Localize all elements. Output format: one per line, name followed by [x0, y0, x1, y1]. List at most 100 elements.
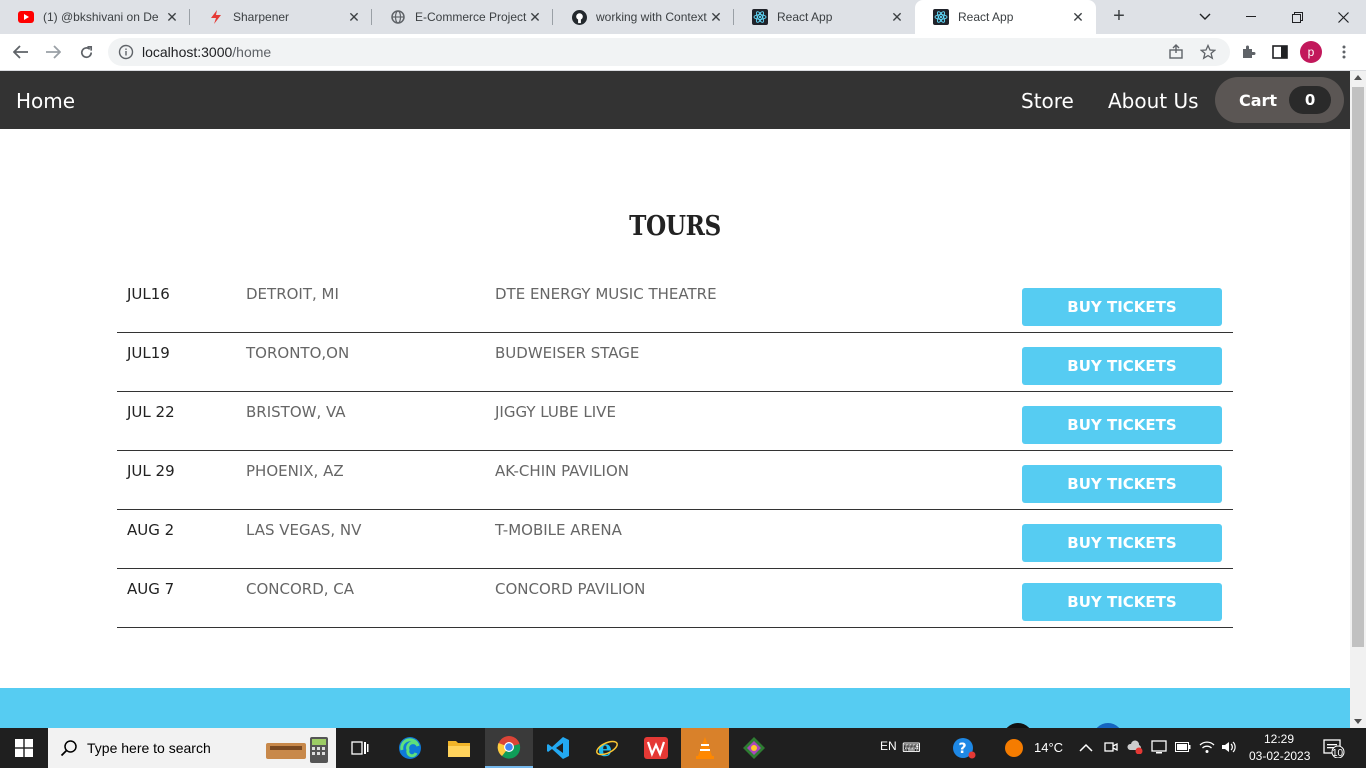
browser-tab[interactable]: (1) @bkshivani on De ✕	[0, 0, 190, 34]
language-indicator[interactable]: EN	[880, 739, 897, 753]
tab-title: React App	[777, 10, 833, 24]
tour-city: BRISTOW, VA	[246, 403, 346, 421]
vlc-icon[interactable]	[681, 728, 729, 768]
browser-tab[interactable]: E-Commerce Project ✕	[372, 0, 553, 34]
forward-icon[interactable]	[40, 39, 66, 65]
reload-icon[interactable]	[73, 39, 99, 65]
windows-start-icon[interactable]	[0, 728, 48, 768]
buy-tickets-button[interactable]: BUY TICKETS	[1022, 583, 1222, 621]
keyboard-icon[interactable]: ⌨	[902, 740, 921, 756]
scroll-down-icon[interactable]	[1354, 719, 1362, 724]
profile-avatar[interactable]: p	[1300, 41, 1322, 63]
svg-text:e: e	[598, 736, 612, 760]
tour-venue: JIGGY LUBE LIVE	[495, 403, 616, 421]
clock-date[interactable]: 03-02-2023	[1249, 749, 1310, 763]
sharpener-icon	[208, 9, 224, 25]
battery-icon[interactable]	[1175, 740, 1191, 756]
clock-time[interactable]: 12:29	[1264, 732, 1294, 746]
nav-home-link[interactable]: Home	[16, 89, 75, 113]
buy-tickets-button[interactable]: BUY TICKETS	[1022, 524, 1222, 562]
tour-row: JUL16 DETROIT, MI DTE ENERGY MUSIC THEAT…	[117, 274, 1233, 333]
tour-city: DETROIT, MI	[246, 285, 339, 303]
taskbar-search-box[interactable]: Type here to search	[48, 728, 336, 768]
tab-title: Sharpener	[233, 10, 290, 24]
buy-tickets-button[interactable]: BUY TICKETS	[1022, 465, 1222, 503]
tour-date: JUL16	[127, 285, 170, 303]
scroll-up-icon[interactable]	[1354, 75, 1362, 80]
tour-date: AUG 2	[127, 521, 175, 539]
tab-search-icon[interactable]	[1182, 0, 1228, 34]
tour-date: JUL 29	[127, 462, 175, 480]
internet-explorer-icon[interactable]: e	[583, 728, 631, 768]
nav-store-link[interactable]: Store	[1021, 89, 1074, 113]
github-icon	[571, 9, 587, 25]
back-icon[interactable]	[8, 39, 34, 65]
tour-venue: BUDWEISER STAGE	[495, 344, 640, 362]
url-path: /home	[232, 44, 272, 60]
page-viewport: Home Store About Us Cart 0 TOURS JUL16 D…	[0, 71, 1350, 728]
close-tab-icon[interactable]: ✕	[708, 9, 724, 25]
extensions-icon[interactable]	[1235, 39, 1261, 65]
volume-icon[interactable]	[1221, 740, 1237, 756]
weather-sun-icon	[1004, 738, 1024, 763]
minimize-icon[interactable]	[1228, 0, 1274, 34]
site-info-icon[interactable]	[118, 44, 134, 60]
nav-about-link[interactable]: About Us	[1108, 89, 1199, 113]
url-host: localhost:3000	[142, 44, 233, 60]
close-tab-icon[interactable]: ✕	[164, 9, 180, 25]
tour-row: AUG 7 CONCORD, CA CONCORD PAVILION BUY T…	[117, 569, 1233, 628]
tour-venue: T-MOBILE ARENA	[495, 521, 622, 539]
cart-button[interactable]: Cart 0	[1215, 77, 1344, 123]
search-highlight-icon	[262, 733, 332, 768]
edge-icon[interactable]	[386, 728, 434, 768]
close-tab-icon[interactable]: ✕	[1070, 9, 1086, 25]
app-diamond-icon[interactable]	[730, 728, 778, 768]
tour-date: AUG 7	[127, 580, 175, 598]
tour-venue: DTE ENERGY MUSIC THEATRE	[495, 285, 717, 303]
tour-venue: AK-CHIN PAVILION	[495, 462, 629, 480]
globe-icon	[390, 9, 406, 25]
search-placeholder: Type here to search	[87, 740, 211, 756]
file-explorer-icon[interactable]	[435, 728, 483, 768]
tour-city: LAS VEGAS, NV	[246, 521, 362, 539]
weather-temperature[interactable]: 14°C	[1034, 740, 1063, 755]
site-navbar: Home Store About Us Cart 0	[0, 71, 1350, 129]
close-tab-icon[interactable]: ✕	[527, 9, 543, 25]
help-icon[interactable]: ?	[952, 737, 976, 764]
chrome-menu-icon[interactable]	[1331, 39, 1357, 65]
wps-office-icon[interactable]	[632, 728, 680, 768]
browser-tab[interactable]: working with Context ✕	[553, 0, 734, 34]
close-tab-icon[interactable]: ✕	[889, 9, 905, 25]
browser-tab-strip: (1) @bkshivani on De ✕ Sharpener ✕ E-Com…	[0, 0, 1366, 34]
tour-city: CONCORD, CA	[246, 580, 355, 598]
tour-date: JUL 22	[127, 403, 175, 421]
browser-tab[interactable]: React App ✕	[734, 0, 915, 34]
new-tab-icon[interactable]: +	[1108, 6, 1130, 28]
browser-tab-active[interactable]: React App ✕	[915, 0, 1096, 34]
display-icon[interactable]	[1151, 740, 1167, 756]
chrome-taskbar-icon[interactable]	[485, 728, 533, 768]
windows-taskbar: Type here to search e EN ⌨ ? 14°C 12:29 …	[0, 728, 1366, 768]
cart-label: Cart	[1239, 90, 1278, 110]
buy-tickets-button[interactable]: BUY TICKETS	[1022, 406, 1222, 444]
buy-tickets-button[interactable]: BUY TICKETS	[1022, 347, 1222, 385]
close-tab-icon[interactable]: ✕	[346, 9, 362, 25]
side-panel-icon[interactable]	[1267, 39, 1293, 65]
buy-tickets-button[interactable]: BUY TICKETS	[1022, 288, 1222, 326]
browser-tab[interactable]: Sharpener ✕	[190, 0, 372, 34]
share-icon[interactable]	[1168, 44, 1184, 60]
search-icon	[60, 739, 78, 757]
page-scrollbar[interactable]	[1350, 71, 1366, 728]
address-bar[interactable]: localhost:3000/home	[108, 38, 1230, 66]
close-window-icon[interactable]	[1320, 0, 1366, 34]
bookmark-star-icon[interactable]	[1199, 43, 1217, 60]
onedrive-icon[interactable]	[1126, 740, 1143, 756]
wifi-icon[interactable]	[1199, 740, 1215, 756]
restore-icon[interactable]	[1274, 0, 1320, 34]
task-view-icon[interactable]	[336, 728, 384, 768]
vscode-icon[interactable]	[534, 728, 582, 768]
meet-now-icon[interactable]	[1103, 740, 1119, 756]
chevron-up-icon[interactable]	[1078, 740, 1094, 756]
scrollbar-thumb[interactable]	[1352, 87, 1364, 647]
react-icon	[933, 9, 949, 25]
